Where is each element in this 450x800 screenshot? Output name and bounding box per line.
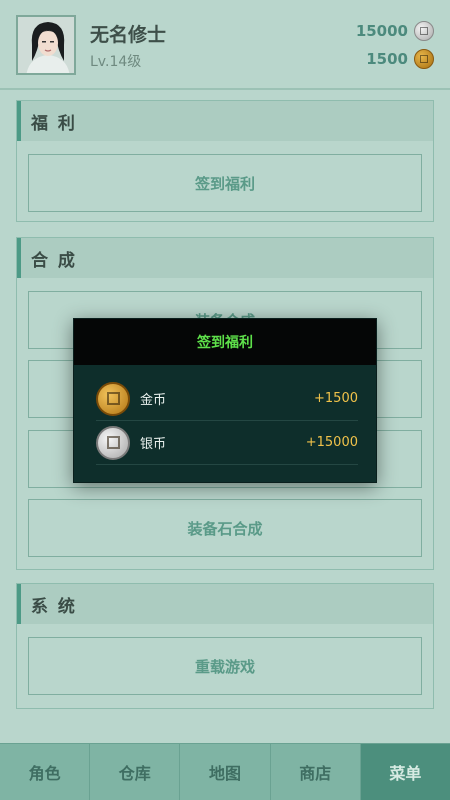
sign-in-reward-button[interactable]: 签到福利 xyxy=(28,154,422,212)
player-name: 无名修士 xyxy=(90,24,167,46)
silver-amount: 15000 xyxy=(355,22,408,40)
gold-coin-icon xyxy=(414,49,434,69)
tab-character[interactable]: 角色 xyxy=(0,744,91,800)
section-header-welfare: 福 利 xyxy=(17,101,433,141)
silver-currency: 15000 xyxy=(356,20,434,42)
section-title-synthesis: 合 成 xyxy=(31,250,77,271)
tab-shop[interactable]: 商店 xyxy=(271,744,361,800)
reward-amount: +1500 xyxy=(314,391,358,406)
tab-map[interactable]: 地图 xyxy=(180,744,271,800)
modal-title: 签到福利 xyxy=(197,335,253,351)
section-header-system: 系 统 xyxy=(17,584,433,624)
section-header-synthesis: 合 成 xyxy=(17,238,433,278)
reward-name: 金币 xyxy=(140,393,167,408)
reward-name: 银币 xyxy=(140,437,167,452)
reward-row-gold: 金币 +1500 xyxy=(96,377,358,421)
gold-amount: 1500 xyxy=(366,50,408,68)
player-avatar[interactable] xyxy=(16,15,76,75)
tab-warehouse[interactable]: 仓库 xyxy=(90,744,181,800)
silver-coin-icon xyxy=(414,21,434,41)
player-header: 无名修士 Lv.14级 15000 1500 xyxy=(0,0,450,88)
reward-amount: +15000 xyxy=(305,435,358,450)
section-title-system: 系 统 xyxy=(31,596,77,617)
silver-coin-icon xyxy=(96,425,130,460)
reload-game-button[interactable]: 重载游戏 xyxy=(28,637,422,695)
section-system: 系 统 重载游戏 xyxy=(16,583,434,709)
section-title-welfare: 福 利 xyxy=(31,113,77,134)
bottom-nav: 角色 仓库 地图 商店 菜单 xyxy=(0,743,450,800)
avatar-portrait-icon xyxy=(18,17,74,73)
player-level: Lv.14级 xyxy=(90,54,142,70)
section-welfare: 福 利 签到福利 xyxy=(16,100,434,222)
tab-menu[interactable]: 菜单 xyxy=(360,744,450,800)
reward-row-silver: 银币 +15000 xyxy=(96,421,358,465)
header-divider xyxy=(0,88,450,90)
gold-currency: 1500 xyxy=(366,48,434,70)
equipment-stone-synthesis-button[interactable]: 装备石合成 xyxy=(28,499,422,557)
gold-coin-icon xyxy=(96,381,130,416)
modal-header: 签到福利 xyxy=(74,319,376,365)
sign-in-reward-modal[interactable]: 签到福利 金币 +1500 银币 +15000 xyxy=(73,318,377,483)
